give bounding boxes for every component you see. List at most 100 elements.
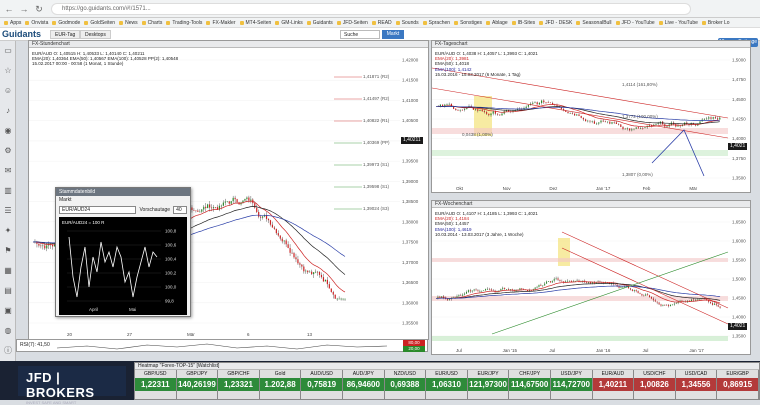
candle: [585, 119, 587, 122]
heatmap-cell[interactable]: EUR/JPY 121,97300: [467, 370, 510, 399]
bookmark-item[interactable]: MT4-Seiten: [239, 20, 271, 26]
candle: [283, 240, 285, 242]
candle: [551, 280, 553, 283]
candle: [439, 296, 441, 298]
heatmap-cell[interactable]: EUR/USD 1,06310: [426, 370, 468, 399]
heatmap-cell[interactable]: AUD/JPY 86,94600: [342, 370, 385, 399]
heatmap-price: 1.202,88: [259, 378, 301, 391]
bell-icon[interactable]: ♪: [0, 101, 16, 121]
bookmark-item[interactable]: News: [119, 20, 138, 26]
address-bar[interactable]: https://go.guidants.com/#!/1571...: [51, 2, 691, 15]
guidants-logo[interactable]: Guidants: [2, 29, 41, 39]
flag-icon[interactable]: ⚑: [0, 241, 16, 261]
bookmark-item[interactable]: GM-Links: [275, 20, 303, 26]
bookmark-item[interactable]: Sprachen: [422, 20, 450, 26]
bookmark-item[interactable]: FX-Makler: [206, 20, 236, 26]
bookmark-item[interactable]: Ablage: [486, 20, 508, 26]
candle: [615, 122, 617, 124]
heatmap-price: 86,94600: [342, 378, 384, 391]
bookmark-item[interactable]: READ: [371, 20, 392, 26]
search-input[interactable]: Suche: [340, 30, 380, 39]
bookmark-item[interactable]: JFD - YouTube: [615, 20, 655, 26]
candle: [322, 277, 325, 282]
user-icon[interactable]: ☺: [0, 81, 16, 101]
bookmark-item[interactable]: Onvista: [25, 20, 48, 26]
bookmark-item[interactable]: Broker Lo: [701, 20, 730, 26]
stammdaten-window[interactable]: Stammdatenbild Markt EUR/AUD24 Vorschaut…: [55, 187, 191, 317]
window-title[interactable]: Stammdatenbild: [56, 188, 190, 196]
heatmap-cell[interactable]: USD/CAD 1,34556: [675, 370, 718, 399]
globe-icon[interactable]: ◍: [0, 321, 16, 341]
candle: [473, 289, 475, 291]
heatmap-cell[interactable]: CHF/JPY 114,67500: [509, 370, 551, 399]
candle: [226, 201, 228, 202]
forward-icon[interactable]: →: [18, 3, 30, 15]
candle: [640, 128, 642, 129]
candle: [456, 296, 458, 298]
bookmark-item[interactable]: Trading-Tools: [166, 20, 202, 26]
candle: [207, 204, 209, 209]
back-icon[interactable]: ←: [3, 3, 15, 15]
heatmap-cell[interactable]: Gold 1.202,88: [259, 370, 302, 399]
bookmark-item[interactable]: SeasonalBull: [576, 20, 612, 26]
doc-icon[interactable]: ▤: [0, 281, 16, 301]
heatmap-cell[interactable]: AUD/USD 0,75819: [301, 370, 343, 399]
y-tick-label: 1,41500: [402, 78, 419, 83]
bookmark-item[interactable]: Sounds: [395, 20, 419, 26]
bookmark-item[interactable]: IB-Sites: [511, 20, 535, 26]
candle: [38, 243, 40, 246]
bookmark-item[interactable]: JFD-Seiten: [336, 20, 368, 26]
heatmap-pair: EUR/USD: [435, 371, 458, 377]
y-tick-label: 100,2: [165, 271, 177, 276]
candle: [224, 201, 226, 203]
star-icon[interactable]: ☆: [0, 61, 16, 81]
bookmark-item[interactable]: Sonstiges: [454, 20, 482, 26]
info-icon[interactable]: ⓘ: [0, 341, 16, 361]
heatmap-cell[interactable]: EUR/AUD 1,40211: [592, 370, 635, 399]
bookmark-item[interactable]: Guidants: [306, 20, 333, 26]
eye-icon[interactable]: ◉: [0, 121, 16, 141]
chart-icon[interactable]: ▥: [0, 181, 16, 201]
candle: [588, 282, 590, 283]
calendar-icon[interactable]: ▦: [0, 261, 16, 281]
legend-line: 15.02.2017 00:00 - 00:58 (1 Monat, 1 Stu…: [32, 61, 124, 67]
list-icon[interactable]: ☰: [0, 201, 16, 221]
candle: [330, 288, 332, 292]
bulb-icon[interactable]: ✦: [0, 221, 16, 241]
candle: [635, 290, 637, 292]
gear-icon[interactable]: ⚙: [0, 141, 16, 161]
candle: [698, 299, 700, 300]
heatmap-cell[interactable]: GBP/CHF 1,23321: [218, 370, 260, 399]
tab-desktops[interactable]: Desktops: [80, 30, 111, 39]
candle: [242, 200, 244, 203]
candle: [281, 238, 283, 242]
candle: [571, 112, 573, 114]
grid-icon[interactable]: ▣: [0, 301, 16, 321]
bookmark-item[interactable]: Apps: [4, 20, 21, 26]
message-icon[interactable]: ✉: [0, 161, 16, 181]
legend-line: 15.03.2016 - 15.03.2017 (6 Monate, 1 Tag…: [435, 71, 521, 77]
bookmarks-bar: Apps Onvista Godmode GoldSeiten News Charts Tr…: [0, 18, 760, 28]
candle: [576, 280, 578, 281]
period-input[interactable]: 40: [173, 206, 187, 214]
reload-icon[interactable]: ↻: [33, 3, 45, 15]
heatmap-cell[interactable]: USD/CHF 1,00826: [634, 370, 676, 399]
bookmark-item[interactable]: JFD - DESK: [539, 20, 572, 26]
symbol-select[interactable]: EUR/AUD24: [59, 206, 137, 214]
heatmap-cell[interactable]: USD/JPY 114,72700: [550, 370, 593, 399]
heatmap-cell[interactable]: EUR/GBP 0,86915: [717, 370, 759, 399]
heatmap-cell[interactable]: GBP/JPY 140,26199: [176, 370, 219, 399]
bookmark-item[interactable]: GoldSeiten: [84, 20, 115, 26]
monitor-icon[interactable]: ▭: [0, 41, 16, 61]
heatmap-cell[interactable]: NZD/USD 0,69388: [384, 370, 427, 399]
candle: [692, 299, 694, 301]
heatmap-cell[interactable]: GBP/USD 1,22311: [135, 370, 177, 399]
tab-eur-tag[interactable]: EUR-Tag: [50, 30, 81, 39]
candle: [690, 299, 692, 302]
market-button[interactable]: Markt: [382, 30, 404, 39]
x-tick-label: 6: [247, 332, 250, 337]
bookmark-item[interactable]: Charts: [141, 20, 162, 26]
bookmark-item[interactable]: Live - YouTube: [658, 20, 698, 26]
bookmark-item[interactable]: Godmode: [52, 20, 80, 26]
candle: [464, 109, 466, 110]
